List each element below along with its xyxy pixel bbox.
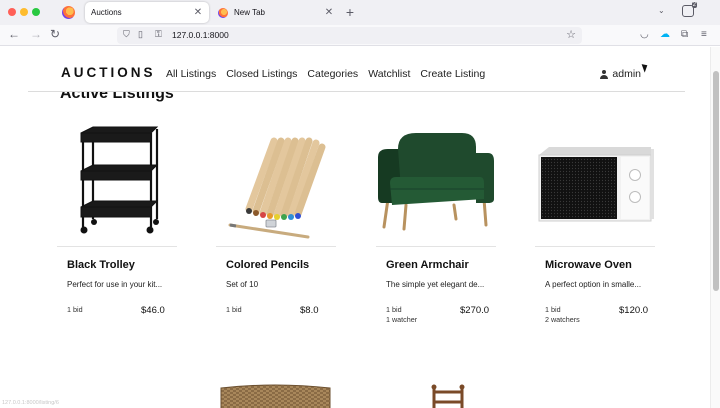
tab-auctions[interactable]: Auctions ✕ (85, 2, 209, 23)
wooden-chair-image[interactable] (428, 382, 468, 408)
site-navbar: AUCTIONS All Listings Closed Listings Ca… (28, 47, 685, 92)
watcher-count: 2 watchers (545, 315, 580, 324)
firefox-pinned-tab-icon[interactable] (62, 6, 75, 19)
listing-description: Set of 10 (226, 280, 259, 289)
page-content: AUCTIONS All Listings Closed Listings Ca… (0, 47, 710, 408)
bid-count: 1 bid (226, 305, 242, 314)
tab-title: Auctions (91, 8, 122, 17)
reload-icon[interactable]: ↻ (50, 27, 60, 41)
username: admin (612, 68, 641, 80)
listing-title[interactable]: Microwave Oven (545, 259, 632, 271)
pencils-image[interactable] (216, 119, 336, 247)
new-tab-icon[interactable]: + (343, 4, 357, 20)
nav-link-all-listings[interactable]: All Listings (166, 68, 216, 80)
page-scrollbar[interactable] (710, 47, 720, 408)
minimize-window-button[interactable] (20, 8, 28, 16)
listing-meta: 1 bid (67, 305, 83, 315)
pocket-icon[interactable]: ◡ (640, 29, 649, 40)
nav-link-watchlist[interactable]: Watchlist (368, 68, 410, 80)
listing-meta: 1 bid 2 watchers (545, 305, 580, 325)
page-info-icon[interactable]: ▯ (138, 29, 143, 40)
watcher-count: 1 watcher (386, 315, 418, 324)
bid-count: 1 bid (386, 305, 402, 314)
user-icon (600, 69, 609, 79)
key-icon[interactable]: ⚿ (155, 29, 162, 40)
zoom-window-button[interactable] (32, 8, 40, 16)
forward-arrow-icon[interactable]: → (30, 27, 42, 41)
list-all-tabs-icon[interactable]: ⌄ (658, 6, 665, 15)
armchair-image[interactable] (376, 119, 496, 247)
site-nav-links: All Listings Closed Listings Categories … (166, 68, 485, 80)
listing-title[interactable]: Black Trolley (67, 259, 135, 271)
nav-link-create-listing[interactable]: Create Listing (420, 68, 485, 80)
nav-link-categories[interactable]: Categories (307, 68, 358, 80)
close-tab-icon[interactable]: ✕ (322, 7, 336, 18)
tracking-shield-icon[interactable]: ⛉ (123, 29, 130, 40)
listing-description: A perfect option in smalle... (545, 280, 642, 289)
account-badge-count: 2 (691, 2, 697, 8)
site-brand[interactable]: AUCTIONS (61, 65, 156, 80)
user-menu[interactable]: admin (600, 68, 641, 80)
close-window-button[interactable] (8, 8, 16, 16)
listing-meta: 1 bid (226, 305, 242, 315)
listing-description: The simple yet elegant de... (386, 280, 485, 289)
listing-title[interactable]: Colored Pencils (226, 259, 309, 271)
listing-meta: 1 bid 1 watcher (386, 305, 417, 325)
bookmark-star-icon[interactable]: ☆ (566, 28, 576, 41)
tab-bar: Auctions ✕ New Tab ✕ + ⌄ 2 (0, 0, 720, 25)
tab-title: New Tab (234, 8, 265, 17)
nav-toolbar: ← → ↻ ⛉ ▯ ⚿ 127.0.0.1:8000 ☆ ◡ ☁ ⧉ ≡ (0, 25, 720, 46)
address-bar[interactable]: ⛉ ▯ ⚿ 127.0.0.1:8000 ☆ (117, 27, 582, 44)
url-text[interactable]: 127.0.0.1:8000 (172, 30, 229, 40)
scrollbar-thumb[interactable] (713, 71, 719, 291)
bid-count: 1 bid (67, 305, 83, 314)
listing-price: $46.0 (141, 305, 165, 316)
bid-count: 1 bid (545, 305, 561, 314)
account-icon[interactable]: 2 (682, 2, 697, 17)
back-arrow-icon[interactable]: ← (8, 27, 20, 41)
firefox-icon (218, 7, 228, 18)
tab-new-tab[interactable]: New Tab ✕ (215, 2, 340, 23)
basket-image[interactable] (218, 382, 333, 408)
hamburger-menu-icon[interactable]: ≡ (701, 29, 707, 40)
listing-price: $120.0 (619, 305, 649, 316)
sync-cloud-icon[interactable]: ☁ (660, 29, 670, 40)
listing-price: $8.0 (300, 305, 319, 316)
status-link-preview: 127.0.0.1:8000/listing/6 (2, 400, 59, 406)
microwave-image[interactable] (535, 119, 655, 247)
extensions-icon[interactable]: ⧉ (681, 29, 688, 40)
close-tab-icon[interactable]: ✕ (191, 7, 205, 18)
listing-title[interactable]: Green Armchair (386, 259, 469, 271)
nav-link-closed-listings[interactable]: Closed Listings (226, 68, 297, 80)
listing-price: $270.0 (460, 305, 490, 316)
listing-description: Perfect for use in your kit... (67, 280, 163, 289)
trolley-image[interactable] (57, 119, 177, 247)
